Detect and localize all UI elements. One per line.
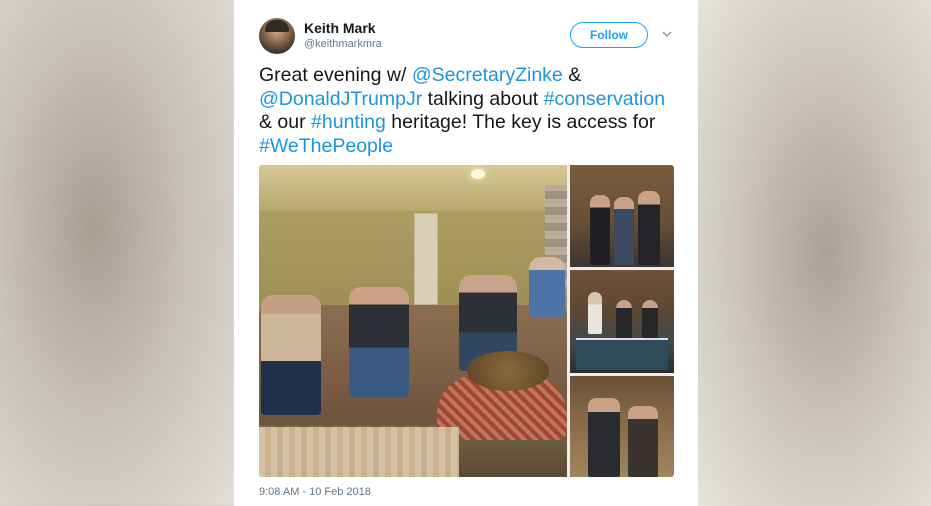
photo-person [588, 398, 620, 477]
thumbnail-photo-2[interactable] [570, 270, 674, 373]
photo-person [590, 195, 610, 265]
photo-mount [588, 292, 602, 334]
text-segment: Great evening w/ [259, 64, 412, 86]
photo-person [614, 197, 634, 265]
text-segment: heritage! The key is access for [385, 111, 656, 133]
photo-pillow [467, 351, 549, 391]
photo-person [529, 257, 565, 317]
mention-link-donaldjtrumpjr[interactable]: @DonaldJTrumpJr [259, 88, 422, 110]
photo-ping-pong-table [576, 338, 668, 370]
background-left [0, 0, 234, 506]
author-name[interactable]: Keith Mark [304, 20, 376, 36]
tweet-text: Great evening w/ @SecretaryZinke & @Dona… [259, 64, 679, 158]
thumbnail-photo-1[interactable] [570, 165, 674, 267]
photo-door [414, 213, 438, 305]
thumbnail-photo-3[interactable] [570, 376, 674, 477]
photo-rug [259, 427, 459, 477]
media-grid [259, 165, 674, 477]
mention-link-secretaryzinke[interactable]: @SecretaryZinke [412, 64, 563, 86]
hashtag-link-conservation[interactable]: #conservation [544, 88, 665, 110]
photo-ceiling [259, 165, 567, 211]
text-segment: & our [259, 111, 312, 133]
hashtag-link-wethepeople[interactable]: #WeThePeople [259, 135, 393, 157]
photo-ceiling-light [471, 169, 485, 179]
author-handle[interactable]: @keithmarkmra [304, 38, 382, 50]
background-right [698, 0, 931, 506]
photo-person [628, 406, 658, 477]
tweet-card: Keith Mark @keithmarkmra Follow Great ev… [234, 0, 698, 506]
hashtag-link-hunting[interactable]: #hunting [311, 111, 386, 133]
text-segment: & [562, 64, 582, 86]
follow-button[interactable]: Follow [570, 22, 648, 48]
photo-person [261, 295, 321, 415]
avatar-hat [265, 20, 289, 32]
tweet-timestamp[interactable]: 9:08 AM - 10 Feb 2018 [259, 486, 371, 498]
chevron-down-icon[interactable] [661, 27, 673, 39]
photo-person [349, 287, 409, 397]
photo-person [616, 300, 632, 340]
avatar[interactable] [259, 18, 295, 54]
photo-person [642, 300, 658, 340]
text-segment: talking about [422, 87, 544, 110]
photo-person [638, 191, 660, 265]
main-photo[interactable] [259, 165, 567, 477]
